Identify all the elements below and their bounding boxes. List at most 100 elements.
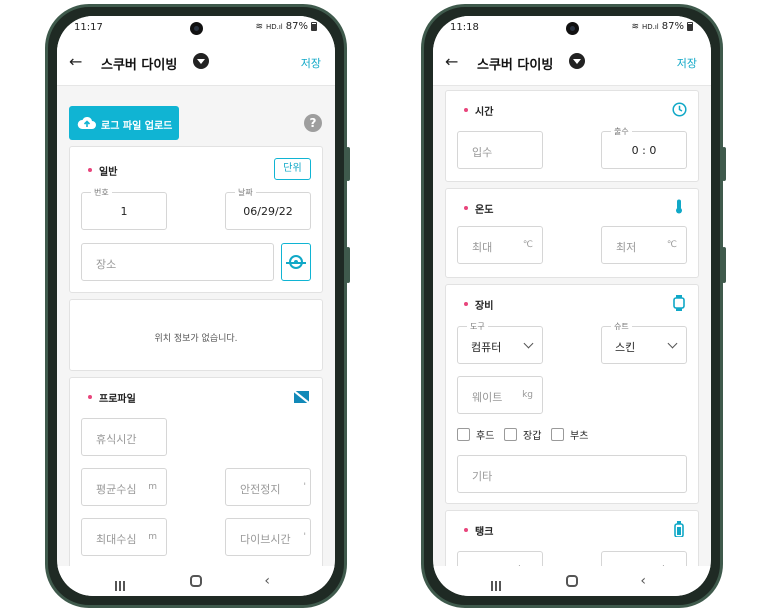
section-bullet <box>88 168 92 172</box>
weight-field[interactable]: 웨이트 kg <box>457 376 543 414</box>
other-field[interactable]: 기타 <box>457 455 687 493</box>
suit-select[interactable]: 슈트 스킨 <box>601 321 687 364</box>
max-depth-field[interactable]: 최대수심 m <box>81 518 167 556</box>
dive-time-field[interactable]: 다이브시간 ' <box>225 518 311 556</box>
dive-flag-icon <box>294 391 309 403</box>
battery-icon <box>311 22 317 31</box>
scroll-content[interactable]: 로그 파일 업로드 ? 일반 단위 번호 1 날짜 06/29/22 장소 위치… <box>57 86 335 566</box>
weight-placeholder: 웨이트 <box>472 391 503 404</box>
save-button[interactable]: 저장 <box>677 55 697 71</box>
number-field[interactable]: 번호 1 <box>81 187 167 230</box>
equipment-card: 장비 도구 컴퓨터 슈트 스킨 웨이트 kg 후드 장갑 부츠 기타 <box>445 284 699 504</box>
battery-percent: 87% <box>285 21 308 32</box>
home-icon[interactable] <box>190 575 202 587</box>
place-placeholder: 장소 <box>96 258 117 271</box>
phone-right: 11:18 ≋ HD.ıl 87% ← 스쿠버 다이빙 저장 시간 입수 출수 … <box>421 4 726 608</box>
tool-label: 도구 <box>467 321 488 332</box>
recent-apps-icon[interactable] <box>115 576 127 591</box>
battery-icon <box>687 22 693 31</box>
max-depth-unit: m <box>148 532 157 542</box>
safety-stop-field[interactable]: 안전정지 ' <box>225 468 311 506</box>
unit-button[interactable]: 단위 <box>274 158 311 180</box>
section-bullet <box>464 528 468 532</box>
avg-depth-field[interactable]: 평균수심 m <box>81 468 167 506</box>
chevron-down-icon <box>523 338 534 349</box>
gloves-checkbox[interactable]: 장갑 <box>504 427 541 442</box>
system-nav-bar: ‹ <box>57 566 335 596</box>
back-nav-icon[interactable]: ‹ <box>640 573 646 589</box>
section-bullet <box>464 206 468 210</box>
upload-log-button[interactable]: 로그 파일 업로드 <box>69 106 179 140</box>
help-icon[interactable]: ? <box>304 114 322 132</box>
other-placeholder: 기타 <box>472 470 493 483</box>
avg-depth-placeholder: 평균수심 <box>96 483 137 496</box>
suit-label: 슈트 <box>611 321 632 332</box>
no-location-text: 위치 정보가 없습니다. <box>154 334 238 344</box>
tank-end-field[interactable]: 종료 bar <box>601 551 687 566</box>
exit-value: 0 : 0 <box>631 144 657 157</box>
recent-apps-icon[interactable] <box>491 576 503 591</box>
boots-checkbox[interactable]: 부츠 <box>551 427 588 442</box>
tank-start-field[interactable]: 시작 bar <box>457 551 543 566</box>
section-bullet <box>464 108 468 112</box>
save-button[interactable]: 저장 <box>301 55 321 71</box>
hood-checkbox[interactable]: 후드 <box>457 427 494 442</box>
hd-signal-icon: HD.ıl <box>265 22 283 31</box>
status-time: 11:18 <box>450 22 479 33</box>
checkbox-box[interactable] <box>504 428 517 441</box>
clock-icon <box>672 102 687 117</box>
app-bar: ← 스쿠버 다이빙 저장 <box>433 40 711 86</box>
phone-left: 11:17 ≋ HD.ıl 87% ← 스쿠버 다이빙 저장 로그 파일 업로드 <box>45 4 350 608</box>
power-button <box>722 247 726 283</box>
battery-percent: 87% <box>661 21 684 32</box>
suit-value: 스킨 <box>615 341 636 354</box>
tank-card: 탱크 시작 bar 종료 bar <box>445 510 699 566</box>
power-button <box>346 247 350 283</box>
place-field[interactable]: 장소 <box>81 243 274 281</box>
chevron-down-icon[interactable] <box>193 53 209 69</box>
time-card: 시간 입수 출수 0 : 0 <box>445 90 699 182</box>
hd-signal-icon: HD.ıl <box>641 22 659 31</box>
profile-card: 프로파일 휴식시간 평균수심 m 안전정지 ' 최대수심 m 다이브시간 ' <box>69 377 323 566</box>
hood-label: 후드 <box>476 431 495 442</box>
scroll-content[interactable]: 시간 입수 출수 0 : 0 온도 최대 ℃ 최저 ℃ 장비 도구 컴퓨터 슈트… <box>433 86 711 566</box>
wifi-icon: ≋ <box>255 21 263 32</box>
min-temp-placeholder: 최저 <box>616 241 637 254</box>
max-temp-field[interactable]: 최대 ℃ <box>457 226 543 264</box>
general-title: 일반 <box>99 167 118 178</box>
tool-value: 컴퓨터 <box>471 341 502 354</box>
chevron-down-icon[interactable] <box>569 53 585 69</box>
date-value: 06/29/22 <box>243 205 293 218</box>
arrow-left-icon[interactable]: ← <box>69 52 82 71</box>
temperature-title: 온도 <box>475 205 494 216</box>
boots-label: 부츠 <box>570 431 589 442</box>
arrow-left-icon[interactable]: ← <box>445 52 458 71</box>
tank-icon <box>674 521 684 537</box>
home-icon[interactable] <box>566 575 578 587</box>
rest-time-field[interactable]: 휴식시간 <box>81 418 167 456</box>
safety-stop-unit: ' <box>303 482 306 492</box>
back-nav-icon[interactable]: ‹ <box>264 573 270 589</box>
min-temp-field[interactable]: 최저 ℃ <box>601 226 687 264</box>
status-bar: 11:17 ≋ HD.ıl 87% <box>57 16 335 40</box>
tank-title: 탱크 <box>475 527 494 538</box>
exit-time-field[interactable]: 출수 0 : 0 <box>601 126 687 169</box>
dive-time-placeholder: 다이브시간 <box>240 533 291 546</box>
avg-depth-unit: m <box>148 482 157 492</box>
entry-time-field[interactable]: 입수 <box>457 131 543 169</box>
weight-unit: kg <box>522 390 533 400</box>
front-camera <box>566 22 579 35</box>
volume-button <box>346 147 350 181</box>
location-button[interactable] <box>281 243 311 281</box>
front-camera <box>190 22 203 35</box>
equipment-title: 장비 <box>475 301 494 312</box>
checkbox-box[interactable] <box>551 428 564 441</box>
tool-select[interactable]: 도구 컴퓨터 <box>457 321 543 364</box>
date-label: 날짜 <box>235 187 256 198</box>
checkbox-box[interactable] <box>457 428 470 441</box>
time-title: 시간 <box>475 107 494 118</box>
date-field[interactable]: 날짜 06/29/22 <box>225 187 311 230</box>
system-nav-bar: ‹ <box>433 566 711 596</box>
screen: 11:18 ≋ HD.ıl 87% ← 스쿠버 다이빙 저장 시간 입수 출수 … <box>433 16 711 596</box>
general-card: 일반 단위 번호 1 날짜 06/29/22 장소 <box>69 146 323 293</box>
